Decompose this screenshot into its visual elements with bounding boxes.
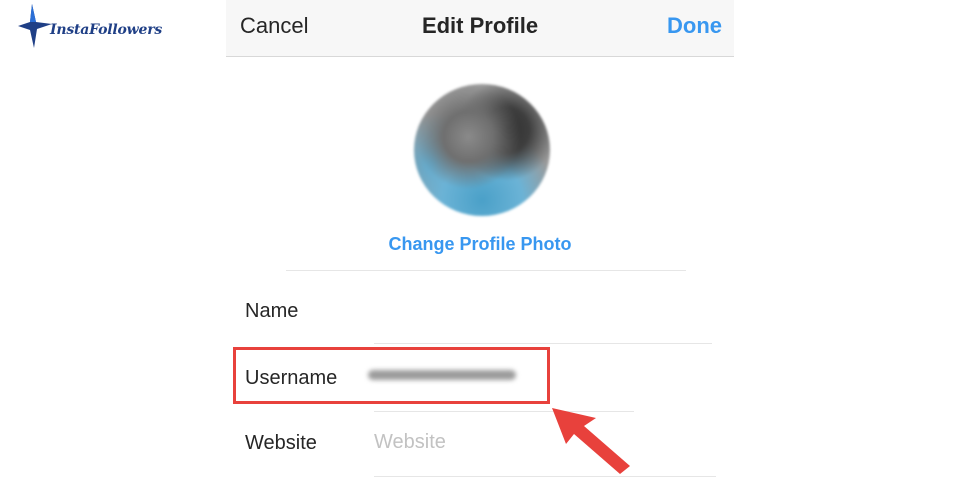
website-label: Website [245, 432, 317, 454]
edit-profile-screen: Cancel Edit Profile Done Change Profile … [226, 0, 734, 480]
divider [286, 270, 686, 271]
name-label: Name [245, 300, 299, 322]
arrow-icon [552, 408, 630, 474]
navigation-bar: Cancel Edit Profile Done [226, 0, 734, 57]
profile-photo[interactable] [414, 84, 550, 216]
website-field[interactable] [374, 428, 714, 456]
star-icon [18, 4, 52, 48]
divider [374, 343, 712, 344]
logo-text: InstaFollowers [50, 22, 163, 38]
username-highlight-box [233, 347, 550, 404]
watermark-logo: InstaFollowers [18, 2, 168, 52]
change-profile-photo-link[interactable]: Change Profile Photo [226, 234, 734, 255]
divider [374, 476, 716, 477]
done-button[interactable]: Done [667, 13, 722, 39]
page-title: Edit Profile [421, 13, 539, 38]
